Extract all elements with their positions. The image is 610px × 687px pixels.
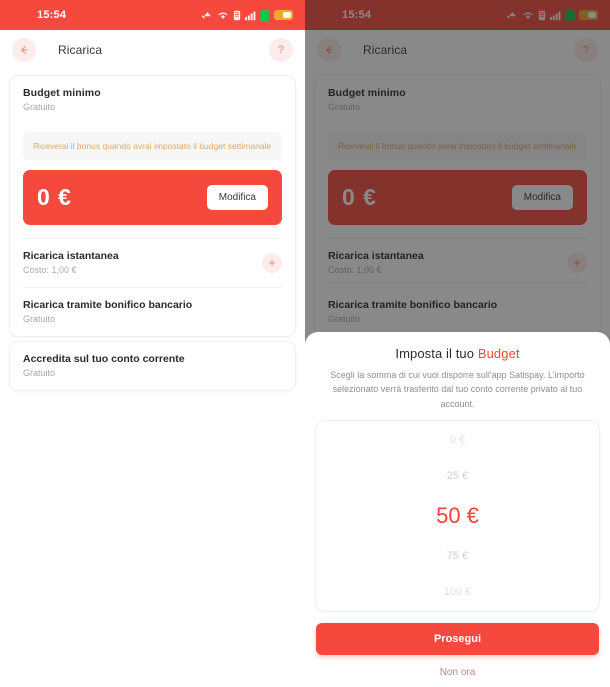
status-icons [507,8,598,22]
sim-icon [538,10,546,20]
sim-icon [233,10,241,20]
budget-amount: 0 € [37,184,72,211]
plus-icon[interactable]: + [262,252,282,273]
budget-subtitle: Gratuito [23,102,56,112]
recharge-card: Budget minimo Gratuito Riceverai il bonu… [315,76,600,337]
picker-option-4[interactable]: 100 € [316,574,599,610]
option-subtitle: Gratuito [328,314,361,325]
option-title: Ricarica istantanea [328,250,424,263]
phone-screen-right: 15:54 Ricarica ? Budget minimo Gratuito … [305,0,610,687]
page-title: Ricarica [363,43,408,57]
sheet-description: Scegli la somma di cui vuoi disporre sul… [330,370,585,409]
option-title: Accredita sul tuo conto corrente [23,353,185,366]
budget-amount-bar: 0 € Modifica [23,170,282,226]
help-icon[interactable]: ? [574,38,598,62]
credit-account-card[interactable]: Accredita sul tuo conto corrente Gratuit… [10,342,295,391]
status-time: 15:54 [37,9,67,21]
option-subtitle: Costo: 1,00 € [23,265,77,276]
picker-option-0[interactable]: 0 € [316,422,599,458]
option-title: Ricarica tramite bonifico bancario [328,299,498,312]
budget-amount-bar: 0 € Modifica [328,170,587,226]
edit-budget-button[interactable]: Modifica [206,185,268,211]
option-texts: Ricarica tramite bonifico bancario Gratu… [328,299,587,324]
wifi-icon [218,12,228,19]
signal-icon [550,11,561,20]
status-bar: 15:54 [0,0,305,30]
screenshot-stage: 15:54 Ricarica ? Budget minimo Gratuito … [0,0,610,687]
app-root-left: 15:54 Ricarica ? Budget minimo Gratuito … [0,0,305,687]
sheet-title-plain: Imposta il tuo [395,346,478,361]
vpn-icon [260,8,270,22]
budget-section: Budget minimo Gratuito [315,76,600,122]
budget-title: Budget minimo [23,87,101,99]
option-row-transfer[interactable]: Ricarica tramite bonifico bancario Gratu… [10,288,295,336]
app-bar: Ricarica ? [305,30,610,70]
sheet-title: Imposta il tuo Budget [316,346,599,361]
budget-bottom-sheet: Imposta il tuo Budget Scegli la somma di… [305,332,610,687]
budget-subtitle: Gratuito [328,102,361,112]
option-title: Ricarica tramite bonifico bancario [23,299,193,312]
cast-icon [507,11,516,18]
help-icon[interactable]: ? [269,38,293,62]
app-root-right: 15:54 Ricarica ? Budget minimo Gratuito … [305,0,610,687]
plus-glyph: + [573,255,581,271]
picker-option-1[interactable]: 25 € [316,458,599,494]
page-title: Ricarica [58,43,103,57]
bonus-notice: Riceverai il bonus quando avrai impostat… [23,132,282,161]
battery-icon [579,10,598,20]
status-bar: 15:54 [305,0,610,30]
amount-picker[interactable]: 0 € 25 € 50 € 75 € 100 € [316,421,599,612]
budget-title: Budget minimo [328,87,406,99]
continue-button[interactable]: Prosegui [316,623,599,656]
budget-section: Budget minimo Gratuito [10,76,295,122]
vpn-icon [565,8,575,22]
option-texts: Accredita sul tuo conto corrente Gratuit… [23,353,282,378]
app-bar: Ricarica ? [0,30,305,70]
recharge-card: Budget minimo Gratuito Riceverai il bonu… [10,76,295,337]
help-label: ? [277,43,285,56]
help-label: ? [582,43,590,56]
plus-glyph: + [268,255,276,271]
back-arrow-icon[interactable] [12,38,36,62]
battery-icon [274,10,293,20]
credit-account-row[interactable]: Accredita sul tuo conto corrente Gratuit… [10,342,295,390]
bonus-notice: Riceverai il bonus quando avrai impostat… [328,132,587,161]
signal-icon [245,11,256,20]
option-texts: Ricarica tramite bonifico bancario Gratu… [23,299,282,324]
option-texts: Ricarica istantanea Costo: 1,00 € [328,250,567,275]
option-row-transfer[interactable]: Ricarica tramite bonifico bancario Gratu… [315,288,600,336]
picker-option-2-selected[interactable]: 50 € [316,494,599,538]
phone-screen-left: 15:54 Ricarica ? Budget minimo Gratuito … [0,0,305,687]
option-subtitle: Costo: 1,00 € [328,265,382,276]
plus-icon[interactable]: + [567,252,587,273]
option-row-instant[interactable]: Ricarica istantanea Costo: 1,00 € + [10,239,295,287]
option-row-instant[interactable]: Ricarica istantanea Costo: 1,00 € + [315,239,600,287]
back-arrow-icon[interactable] [317,38,341,62]
status-icons [202,8,293,22]
sheet-title-accent: Budget [477,346,520,361]
not-now-button[interactable]: Non ora [316,667,599,678]
wifi-icon [523,12,533,19]
page-content: Budget minimo Gratuito Riceverai il bonu… [0,70,305,391]
cast-icon [202,11,211,18]
option-title: Ricarica istantanea [23,250,119,263]
picker-option-3[interactable]: 75 € [316,538,599,574]
edit-budget-button[interactable]: Modifica [511,185,573,211]
option-subtitle: Gratuito [23,314,56,325]
budget-amount: 0 € [342,184,377,211]
option-subtitle: Gratuito [23,368,56,379]
option-texts: Ricarica istantanea Costo: 1,00 € [23,250,262,275]
status-time: 15:54 [342,9,372,21]
